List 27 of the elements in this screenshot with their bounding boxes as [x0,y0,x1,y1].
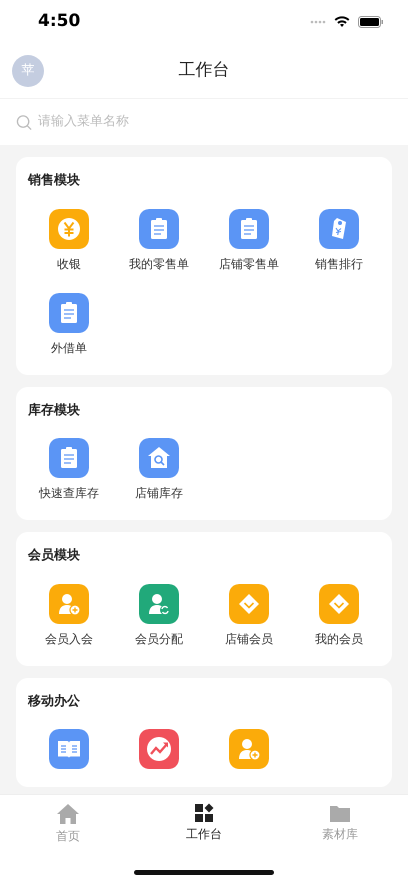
tab[interactable]: 工作台 [136,803,272,847]
search-field[interactable]: 请输入菜单名称 [0,98,408,145]
menu-item[interactable]: 店铺库存 [114,430,204,510]
menu-item[interactable]: 会员分配 [114,576,204,656]
menu-item[interactable]: 店铺零售单 [204,200,294,280]
home-icon [56,803,80,825]
grid-icon [194,803,214,823]
menu-item[interactable]: 快速查库存 [24,430,114,510]
menu-item[interactable]: 我的会员 [294,576,384,656]
wifi-icon [334,16,350,28]
section-title: 销售模块 [26,172,81,190]
folder-icon [329,803,351,823]
section-title: 库存模块 [27,402,81,420]
menu-item[interactable]: 店铺会员 [204,576,294,656]
page-title: 工作台 [178,59,230,82]
battery-icon [358,16,384,28]
menu-item[interactable]: 会员入会 [24,576,114,656]
section-title: 移动办公 [26,692,81,710]
menu-item[interactable]: 销售排行 [294,200,384,280]
menu-item[interactable]: 我的零售单 [114,200,204,280]
search-icon [16,114,32,130]
signal-icon [310,20,326,24]
menu-item[interactable]: 收银 [24,200,114,280]
menu-item[interactable]: 外借单 [24,284,114,364]
search-field[interactable]: 请输入菜单名称 [36,111,392,133]
section-title: 会员模块 [26,547,81,565]
status-time: 4:50 [38,10,80,34]
